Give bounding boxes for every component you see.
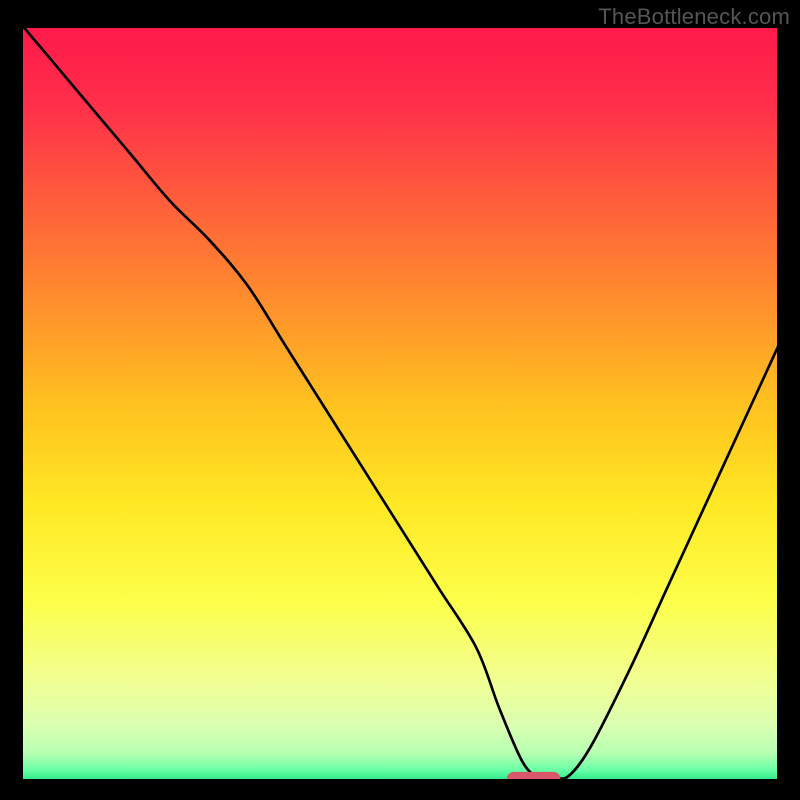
plot-frame [18, 28, 782, 784]
plot-svg [18, 28, 782, 784]
watermark-text: TheBottleneck.com [598, 4, 790, 30]
optimal-marker [507, 772, 560, 784]
bottleneck-curve [18, 28, 782, 779]
chart-stage: TheBottleneck.com [0, 0, 800, 800]
